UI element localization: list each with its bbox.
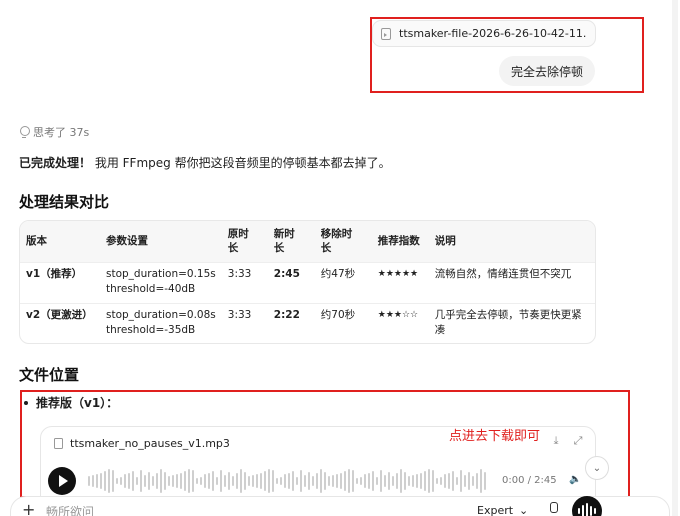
table-row: v2（更激进） stop_duration=0.08s threshold=-35… [20,302,595,343]
chevron-down-icon: ⌄ [519,504,529,516]
table-header: 原时长 [222,221,268,262]
section-title-compare: 处理结果对比 [19,193,110,211]
table-header-row: 版本 参数设置 原时长 新时长 移除时长 推荐指数 说明 [20,221,595,262]
plus-icon[interactable]: + [22,500,35,516]
table-header: 新时长 [268,221,315,262]
cell-new: 2:22 [267,302,315,343]
voice-bar [582,505,584,516]
param-line: threshold=-40dB [106,282,196,295]
scrollbar[interactable] [672,0,678,516]
cell-stars: ★★★☆☆ [371,302,429,343]
table-header: 说明 [434,235,456,248]
compare-table: 版本 参数设置 原时长 新时长 移除时长 推荐指数 说明 v1（推荐） stop… [19,220,596,344]
intro-text: 我用 FFmpeg 帮你把这段音频里的停顿基本都去掉了。 [91,156,391,170]
table-header: 推荐指数 [377,235,420,248]
cell-note: 几乎完全去停顿，节奏更快更紧凑 [428,302,595,343]
cell-removed: 约70秒 [314,302,372,343]
table-header: 参数设置 [106,235,148,248]
annotation-box-top [370,17,644,93]
cell-removed: 约47秒 [314,261,372,303]
table-header: 版本 [26,235,47,248]
model-selector[interactable]: Expert ⌄ [477,504,528,516]
param-line: threshold=-35dB [106,323,196,336]
header-text: 新时长 [273,228,295,255]
cell-orig: 3:33 [221,302,268,343]
composer-input[interactable]: 畅所欲问 [46,503,94,516]
voice-bar [578,508,580,514]
composer [10,496,670,516]
model-label: Expert [477,504,514,516]
table-header: 移除时长 [315,221,372,262]
header-text: 原时长 [227,228,249,255]
cell-stars: ★★★★★ [371,261,429,303]
cell-params: stop_duration=0.15s threshold=-40dB [100,261,222,303]
header-text: 移除时长 [320,228,353,255]
voice-bar [586,503,588,516]
assistant-intro: 已完成处理！ 我用 FFmpeg 帮你把这段音频里的停顿基本都去掉了。 [19,154,391,171]
cell-params: stop_duration=0.08s threshold=-35dB [100,302,222,343]
cell-new: 2:45 [267,261,315,303]
param-line: stop_duration=0.08s [106,308,216,321]
microphone-icon[interactable] [548,502,558,516]
lightbulb-icon [19,126,30,138]
cell-version: v1（推荐） [20,261,100,303]
section-title-files: 文件位置 [19,366,80,384]
voice-bar [590,506,592,516]
thought-toggle[interactable]: 思考了 37s [19,124,89,140]
cell-orig: 3:33 [221,261,268,303]
cell-note: 流畅自然，情绪连贯但不突兀 [428,261,595,303]
thought-label: 思考了 37s [33,126,90,139]
table-row: v1（推荐） stop_duration=0.15s threshold=-40d… [20,261,595,303]
cell-version: v2（更激进） [20,302,100,343]
param-line: stop_duration=0.15s [106,267,216,280]
voice-bar [594,508,596,514]
annotation-box-bottom [20,390,630,498]
intro-bold: 已完成处理！ [19,156,92,170]
